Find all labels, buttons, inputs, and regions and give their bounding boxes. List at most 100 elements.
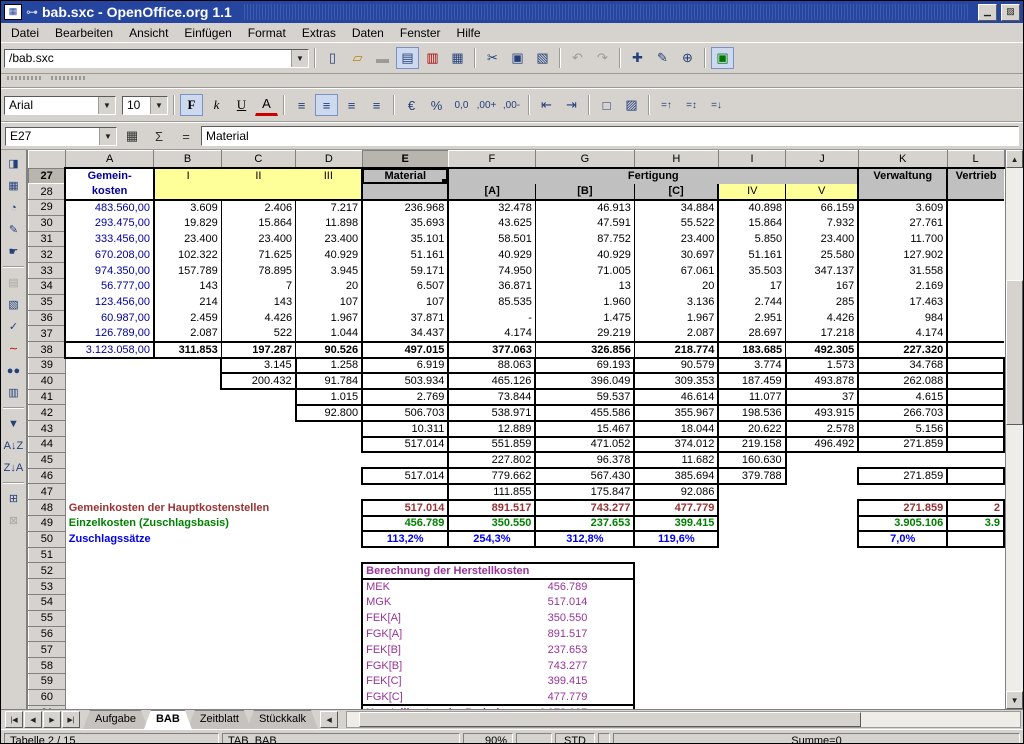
cell[interactable]: 29.219 [535,326,634,342]
cell[interactable]: 974.350,00 [65,263,154,279]
bold-button[interactable]: F [180,94,203,116]
cell[interactable]: 59.537 [535,389,634,405]
font-size-combo[interactable]: 10 ▼ [122,96,168,115]
cell[interactable]: 493.878 [786,373,859,389]
row-header-43[interactable]: 43 [28,421,65,437]
cell[interactable] [786,468,859,484]
cell[interactable] [65,389,295,405]
cell[interactable]: 160.630 [718,452,785,468]
cell-reference-dropdown-icon[interactable]: ▼ [99,128,116,145]
align-right-button[interactable]: ≡ [340,94,363,116]
cell[interactable]: 102.322 [154,247,221,263]
font-size-dropdown-icon[interactable]: ▼ [150,97,167,114]
last-sheet-icon[interactable]: ▶| [62,711,80,728]
autospellcheck-icon[interactable]: ∼ [2,338,25,359]
cell[interactable]: 11.898 [296,215,363,231]
menu-hilfe[interactable]: Hilfe [449,24,489,41]
cell[interactable]: 40.898 [718,200,785,216]
align-center-button[interactable]: ≡ [315,94,338,116]
cell[interactable]: 12.889 [448,421,535,437]
cell[interactable]: 517.014 [362,437,448,453]
cell[interactable]: 35.503 [718,263,785,279]
cell[interactable]: 1.573 [786,358,859,374]
cell[interactable] [947,231,1004,247]
stylist-button[interactable]: ✎ [651,47,674,69]
cell[interactable] [947,373,1004,389]
percent-format-button[interactable]: % [425,94,448,116]
cell[interactable] [65,468,362,484]
cell[interactable]: 219.158 [718,437,785,453]
cell[interactable] [65,579,362,595]
cell[interactable]: IV [718,184,785,200]
cell[interactable]: 293.475,00 [65,215,154,231]
cell[interactable]: 31.558 [858,263,947,279]
new-document-button[interactable]: ▯ [321,47,344,69]
cell[interactable]: 538.971 [448,405,535,421]
cell[interactable]: 455.586 [535,405,634,421]
row-header-27[interactable]: 27 [28,168,65,184]
cell[interactable]: 23.400 [296,231,363,247]
cell[interactable]: 123.456,00 [65,294,154,310]
cell[interactable] [65,610,362,626]
horizontal-scrollbar[interactable] [346,711,1021,728]
add-decimal-button[interactable]: ,00+ [475,94,498,116]
cell[interactable]: 40.929 [296,247,363,263]
cell[interactable]: 36.871 [448,279,535,295]
cell[interactable]: 214 [154,294,221,310]
cell[interactable] [65,373,221,389]
cell[interactable]: 25.580 [786,247,859,263]
cell[interactable]: 4.615 [858,389,947,405]
row-header-32[interactable]: 32 [28,247,65,263]
col-header-K[interactable]: K [858,151,947,169]
cell[interactable]: 5.850 [718,231,785,247]
cut-button[interactable]: ✂ [481,47,504,69]
delete-decimal-button[interactable]: ,00- [500,94,523,116]
sort-descending-icon[interactable]: Z↓A [2,457,25,478]
minimize-button[interactable]: ▁ [978,4,997,21]
cell[interactable]: V [786,184,859,200]
paste-button[interactable]: ▧ [531,47,554,69]
cell[interactable] [858,184,947,200]
cell[interactable] [65,437,362,453]
navigator-button[interactable]: ✚ [626,47,649,69]
cell[interactable]: 3.9 [947,516,1004,532]
cell[interactable]: 15.467 [535,421,634,437]
cell[interactable]: 1.258 [296,358,363,374]
vertical-scroll-track[interactable] [1006,168,1023,691]
cell[interactable]: 40.929 [535,247,634,263]
cell[interactable]: 2.169 [858,279,947,295]
row-header-38[interactable]: 38 [28,342,65,358]
cell[interactable]: 567.430 [535,468,634,484]
cell[interactable]: FGK[C] [362,689,535,705]
cell[interactable] [947,326,1004,342]
row-header-54[interactable]: 54 [28,595,65,611]
cell[interactable]: 46.614 [634,389,718,405]
cell[interactable] [947,215,1004,231]
cell[interactable]: 69.193 [535,358,634,374]
cell[interactable]: 127.902 [858,247,947,263]
cell[interactable]: FEK[B] [362,642,535,658]
cell[interactable]: 175.847 [535,484,634,500]
row-header-37[interactable]: 37 [28,326,65,342]
align-left-button[interactable]: ≡ [290,94,313,116]
row-header-47[interactable]: 47 [28,484,65,500]
cell[interactable]: 90.579 [634,358,718,374]
row-header-31[interactable]: 31 [28,231,65,247]
cell[interactable]: 385.694 [634,468,718,484]
find-replace-icon[interactable]: ●● [2,360,25,381]
cell[interactable] [947,531,1004,547]
cell[interactable] [221,184,295,200]
row-header-40[interactable]: 40 [28,373,65,389]
cell[interactable]: 126.789,00 [65,326,154,342]
align-top-button[interactable]: =↑ [655,94,678,116]
cell[interactable]: 496.492 [786,437,859,453]
cell[interactable]: 743.277 [535,500,634,516]
cell[interactable]: - [448,310,535,326]
export-pdf-button[interactable]: ▥ [421,47,444,69]
cell[interactable] [65,658,362,674]
row-header-33[interactable]: 33 [28,263,65,279]
cell[interactable]: 522 [221,326,295,342]
cell[interactable]: 2.744 [718,294,785,310]
cell[interactable]: 374.012 [634,437,718,453]
cell[interactable]: 51.161 [718,247,785,263]
